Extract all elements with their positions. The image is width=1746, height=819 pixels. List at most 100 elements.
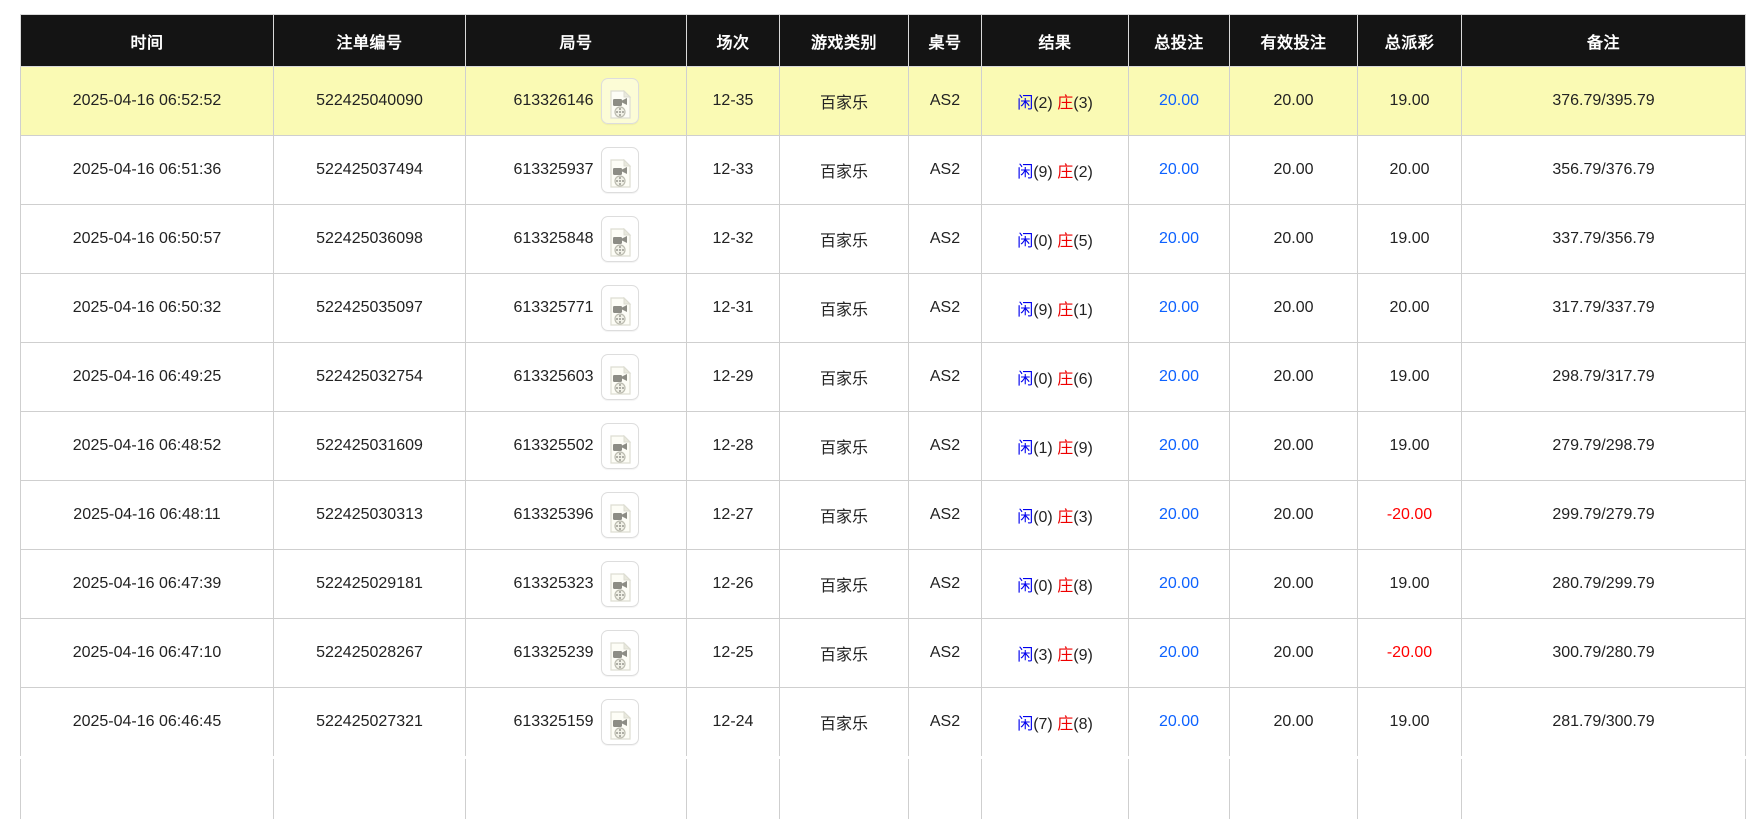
cell-remark: 376.79/395.79 — [1462, 67, 1746, 136]
result-player-score: (0) — [1033, 233, 1053, 250]
result-banker-score: (9) — [1073, 440, 1093, 457]
bet-records-table: 时间注单编号局号场次游戏类别桌号结果总投注有效投注总派彩备注 2025-04-1… — [20, 14, 1746, 819]
video-replay-button[interactable] — [601, 630, 639, 676]
cell-total-bet-link[interactable]: 20.00 — [1129, 412, 1230, 481]
bet-records-container: 时间注单编号局号场次游戏类别桌号结果总投注有效投注总派彩备注 2025-04-1… — [0, 0, 1746, 819]
cell-result: 闲(3) 庄(9) — [982, 619, 1129, 688]
column-header-session: 场次 — [687, 15, 780, 67]
video-replay-button[interactable] — [601, 78, 639, 124]
round-number-text: 613325239 — [513, 644, 593, 661]
cell-session: 12-35 — [687, 67, 780, 136]
subtotal-empty-tableno — [909, 758, 982, 819]
cell-valid-bet: 20.00 — [1230, 688, 1358, 758]
cell-session: 12-33 — [687, 136, 780, 205]
round-number-text: 613325396 — [513, 506, 593, 523]
cell-table-number: AS2 — [909, 619, 982, 688]
cell-total-bet-link[interactable]: 20.00 — [1129, 688, 1230, 758]
result-banker-label: 庄 — [1057, 509, 1073, 526]
subtotal-count: 10 — [274, 758, 466, 819]
column-header-game_type: 游戏类别 — [780, 15, 909, 67]
table-row[interactable]: 2025-04-16 06:50:57522425036098613325848… — [21, 205, 1746, 274]
cell-game-type: 百家乐 — [780, 67, 909, 136]
subtotal-empty-session — [687, 758, 780, 819]
cell-bet-number: 522425037494 — [274, 136, 466, 205]
cell-payout: 19.00 — [1358, 343, 1462, 412]
column-header-result: 结果 — [982, 15, 1129, 67]
table-row[interactable]: 2025-04-16 06:48:52522425031609613325502… — [21, 412, 1746, 481]
cell-bet-number: 522425028267 — [274, 619, 466, 688]
cell-table-number: AS2 — [909, 412, 982, 481]
cell-total-bet-link[interactable]: 20.00 — [1129, 205, 1230, 274]
video-replay-button[interactable] — [601, 147, 639, 193]
cell-valid-bet: 20.00 — [1230, 343, 1358, 412]
result-player-score: (7) — [1033, 716, 1053, 733]
cell-valid-bet: 20.00 — [1230, 67, 1358, 136]
result-banker-score: (2) — [1073, 164, 1093, 181]
page: 时间注单编号局号场次游戏类别桌号结果总投注有效投注总派彩备注 2025-04-1… — [0, 0, 1746, 819]
result-banker-score: (9) — [1073, 647, 1093, 664]
cell-total-bet-link[interactable]: 20.00 — [1129, 274, 1230, 343]
table-row[interactable]: 2025-04-16 06:51:36522425037494613325937… — [21, 136, 1746, 205]
cell-result: 闲(1) 庄(9) — [982, 412, 1129, 481]
cell-total-bet-link[interactable]: 20.00 — [1129, 481, 1230, 550]
cell-game-type: 百家乐 — [780, 688, 909, 758]
cell-payout: -20.00 — [1358, 481, 1462, 550]
video-replay-button[interactable] — [601, 216, 639, 262]
subtotal-total-bet: 200.00 — [1129, 758, 1230, 819]
video-replay-button[interactable] — [601, 492, 639, 538]
video-replay-button[interactable] — [601, 423, 639, 469]
video-replay-button[interactable] — [601, 699, 639, 745]
table-row[interactable]: 2025-04-16 06:46:45522425027321613325159… — [21, 688, 1746, 758]
cell-result: 闲(0) 庄(3) — [982, 481, 1129, 550]
cell-result: 闲(9) 庄(1) — [982, 274, 1129, 343]
cell-bet-number: 522425036098 — [274, 205, 466, 274]
result-player-label: 闲 — [1017, 95, 1033, 112]
cell-bet-number: 522425040090 — [274, 67, 466, 136]
table-row[interactable]: 2025-04-16 06:49:25522425032754613325603… — [21, 343, 1746, 412]
cell-total-bet-link[interactable]: 20.00 — [1129, 67, 1230, 136]
result-player-label: 闲 — [1017, 509, 1033, 526]
result-player-score: (0) — [1033, 578, 1053, 595]
cell-bet-number: 522425031609 — [274, 412, 466, 481]
table-row[interactable]: 2025-04-16 06:47:10522425028267613325239… — [21, 619, 1746, 688]
video-file-icon — [608, 366, 632, 396]
cell-total-bet-link[interactable]: 20.00 — [1129, 136, 1230, 205]
cell-total-bet-link[interactable]: 20.00 — [1129, 619, 1230, 688]
cell-time: 2025-04-16 06:50:32 — [21, 274, 274, 343]
cell-table-number: AS2 — [909, 136, 982, 205]
cell-payout: 19.00 — [1358, 688, 1462, 758]
cell-bet-number: 522425032754 — [274, 343, 466, 412]
table-row[interactable]: 2025-04-16 06:47:39522425029181613325323… — [21, 550, 1746, 619]
result-banker-label: 庄 — [1057, 647, 1073, 664]
cell-table-number: AS2 — [909, 550, 982, 619]
cell-round-number: 613325396 — [466, 481, 687, 550]
round-number-text: 613326146 — [513, 92, 593, 109]
cell-valid-bet: 20.00 — [1230, 412, 1358, 481]
cell-game-type: 百家乐 — [780, 205, 909, 274]
cell-total-bet-link[interactable]: 20.00 — [1129, 343, 1230, 412]
table-row[interactable]: 2025-04-16 06:50:32522425035097613325771… — [21, 274, 1746, 343]
cell-time: 2025-04-16 06:52:52 — [21, 67, 274, 136]
result-player-label: 闲 — [1017, 578, 1033, 595]
table-row[interactable]: 2025-04-16 06:48:11522425030313613325396… — [21, 481, 1746, 550]
subtotal-empty-result — [982, 758, 1129, 819]
table-row[interactable]: 2025-04-16 06:52:52522425040090 613326146… — [21, 67, 1746, 136]
video-replay-button[interactable] — [601, 285, 639, 331]
round-number-text: 613325937 — [513, 161, 593, 178]
video-replay-button[interactable] — [601, 561, 639, 607]
cell-time: 2025-04-16 06:50:57 — [21, 205, 274, 274]
cell-total-bet-link[interactable]: 20.00 — [1129, 550, 1230, 619]
cell-valid-bet: 20.00 — [1230, 274, 1358, 343]
cell-session: 12-28 — [687, 412, 780, 481]
round-number-text: 613325603 — [513, 368, 593, 385]
cell-time: 2025-04-16 06:48:52 — [21, 412, 274, 481]
cell-session: 12-26 — [687, 550, 780, 619]
result-player-label: 闲 — [1017, 233, 1033, 250]
cell-table-number: AS2 — [909, 67, 982, 136]
cell-remark: 300.79/280.79 — [1462, 619, 1746, 688]
video-replay-button[interactable] — [601, 354, 639, 400]
cell-session: 12-29 — [687, 343, 780, 412]
result-banker-label: 庄 — [1057, 440, 1073, 457]
subtotal-empty-remark — [1462, 758, 1746, 819]
cell-valid-bet: 20.00 — [1230, 550, 1358, 619]
